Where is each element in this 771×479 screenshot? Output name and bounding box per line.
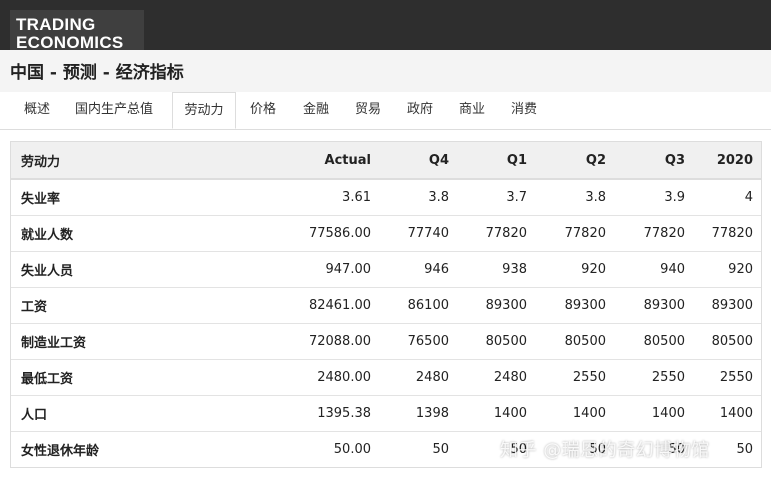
indicator-link[interactable]: 失业人员 — [11, 250, 211, 287]
table-cell: 1400 — [457, 394, 535, 431]
column-header[interactable]: Actual — [211, 142, 379, 180]
labour-forecast-table: 劳动力 Actual Q4 Q1 Q2 Q3 2020 失业率 3.61 3.8… — [10, 141, 762, 468]
table-cell: 947.00 — [211, 250, 379, 287]
table-cell: 77820 — [535, 214, 614, 251]
column-header[interactable]: 2020 — [693, 142, 761, 180]
column-header[interactable]: Q2 — [535, 142, 614, 180]
tab-consumer[interactable]: 消费 — [511, 92, 537, 128]
table-cell: 82461.00 — [211, 286, 379, 323]
table-cell: 938 — [457, 250, 535, 287]
table-cell: 80500 — [614, 322, 693, 359]
table-cell: 76500 — [379, 322, 457, 359]
indicator-link[interactable]: 人口 — [11, 394, 211, 431]
table-cell: 50 — [457, 430, 535, 467]
indicator-link[interactable]: 最低工资 — [11, 358, 211, 395]
table-cell: 89300 — [457, 286, 535, 323]
table-cell: 89300 — [535, 286, 614, 323]
table-cell: 89300 — [614, 286, 693, 323]
tab-overview[interactable]: 概述 — [24, 92, 50, 128]
tab-trade[interactable]: 贸易 — [355, 92, 381, 128]
column-header[interactable]: Q3 — [614, 142, 693, 180]
table-cell: 1398 — [379, 394, 457, 431]
tab-bar: 概述 国内生产总值 劳动力 价格 金融 贸易 政府 商业 消费 — [0, 92, 771, 130]
table-cell: 3.8 — [585, 189, 606, 205]
indicator-link[interactable]: 女性退休年龄 — [11, 430, 211, 467]
table-cell: 77820 — [693, 214, 761, 251]
table-cell: 80500 — [535, 322, 614, 359]
table-row[interactable]: 人口 1395.38 1398 1400 1400 1400 1400 — [11, 394, 761, 431]
table-row[interactable]: 工资 82461.00 86100 89300 89300 89300 8930… — [11, 286, 761, 323]
table-cell: 920 — [535, 250, 614, 287]
table-row[interactable]: 失业人员 947.00 946 938 920 940 920 — [11, 250, 761, 287]
table-row[interactable]: 失业率 3.61 3.8 3.7 3.8 3.9 4 — [11, 179, 761, 215]
table-cell: 89300 — [693, 286, 761, 323]
table-cell: 946 — [379, 250, 457, 287]
table-cell: 50 — [693, 430, 761, 467]
table-cell: 2550 — [535, 358, 614, 395]
table-cell: 50 — [379, 430, 457, 467]
table-cell: 80500 — [693, 322, 761, 359]
table-cell: 50 — [614, 430, 693, 467]
table-cell: 4 — [744, 189, 753, 205]
table-cell: 3.61 — [342, 189, 371, 205]
table-cell: 77740 — [379, 214, 457, 251]
indicator-link[interactable]: 制造业工资 — [11, 322, 211, 359]
page-title: 中国 - 预测 - 经济指标 — [10, 63, 184, 83]
tab-business[interactable]: 商业 — [459, 92, 485, 128]
table-cell: 1400 — [535, 394, 614, 431]
table-cell: 3.8 — [428, 189, 449, 205]
tab-gdp[interactable]: 国内生产总值 — [75, 92, 153, 128]
tab-prices[interactable]: 价格 — [250, 92, 276, 128]
column-header[interactable]: 劳动力 — [11, 142, 211, 180]
logo-line1: TRADING — [16, 15, 96, 34]
table-row[interactable]: 就业人数 77586.00 77740 77820 77820 77820 77… — [11, 214, 761, 251]
table-cell: 1400 — [693, 394, 761, 431]
table-cell: 80500 — [457, 322, 535, 359]
table-cell: 940 — [614, 250, 693, 287]
indicator-link[interactable]: 工资 — [11, 286, 211, 323]
table-cell: 2550 — [693, 358, 761, 395]
table-cell: 3.9 — [664, 189, 685, 205]
tab-money[interactable]: 金融 — [303, 92, 329, 128]
table-row[interactable]: 制造业工资 72088.00 76500 80500 80500 80500 8… — [11, 322, 761, 359]
table-cell: 1395.38 — [211, 394, 379, 431]
table-header-row: 劳动力 Actual Q4 Q1 Q2 Q3 2020 — [11, 142, 761, 180]
indicator-link[interactable]: 失业率 — [11, 179, 211, 215]
table-row[interactable]: 最低工资 2480.00 2480 2480 2550 2550 2550 — [11, 358, 761, 395]
table-cell: 50.00 — [211, 430, 379, 467]
indicator-link[interactable]: 就业人数 — [11, 214, 211, 251]
table-cell: 2480.00 — [211, 358, 379, 395]
table-cell: 77586.00 — [211, 214, 379, 251]
table-cell: 77820 — [614, 214, 693, 251]
column-header[interactable]: Q1 — [457, 142, 535, 180]
table-cell: 2550 — [614, 358, 693, 395]
table-cell: 77820 — [457, 214, 535, 251]
column-header[interactable]: Q4 — [379, 142, 457, 180]
table-cell: 86100 — [379, 286, 457, 323]
table-row[interactable]: 女性退休年龄 50.00 50 50 50 50 50 — [11, 430, 761, 467]
table-cell: 50 — [535, 430, 614, 467]
tab-government[interactable]: 政府 — [407, 92, 433, 128]
tab-labour[interactable]: 劳动力 — [172, 92, 236, 129]
table-cell: 2480 — [457, 358, 535, 395]
table-cell: 2480 — [379, 358, 457, 395]
table-cell: 1400 — [614, 394, 693, 431]
table-cell: 920 — [693, 250, 761, 287]
table-cell: 3.7 — [506, 189, 527, 205]
table-cell: 72088.00 — [211, 322, 379, 359]
